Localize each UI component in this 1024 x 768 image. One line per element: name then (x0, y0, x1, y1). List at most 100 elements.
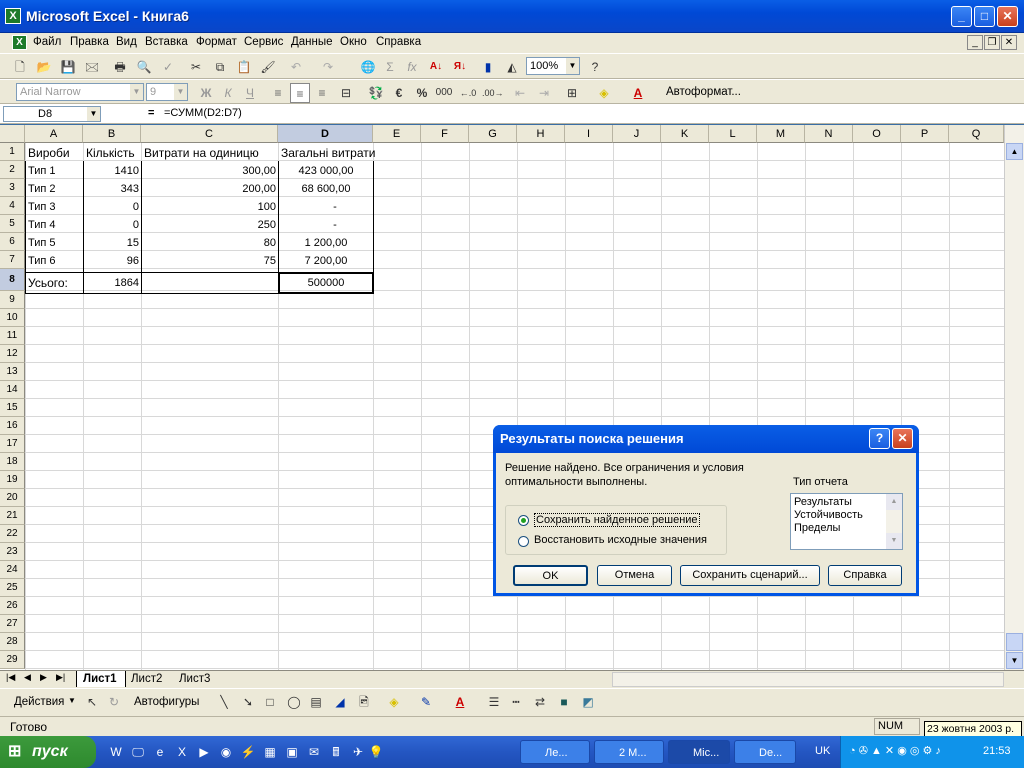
arrow-icon[interactable]: ➘ (238, 692, 258, 712)
save-icon[interactable]: 💾 (58, 57, 78, 77)
word-icon[interactable]: W (106, 742, 126, 762)
align-right-icon[interactable]: ≡ (312, 83, 332, 103)
horizontal-scrollbar[interactable] (612, 672, 1004, 687)
sheet-tab[interactable]: Лист2 (128, 671, 170, 687)
new-icon[interactable]: 🗋 (10, 57, 30, 77)
format-painter-icon[interactable]: 🖌 (258, 57, 278, 77)
cancel-button[interactable]: Отмена (597, 565, 672, 586)
total-quantity-cell[interactable]: 1864 (84, 274, 141, 292)
table-cell[interactable]: 68 600,00 (279, 180, 373, 198)
media-player-icon[interactable]: ▶ (194, 742, 214, 762)
first-sheet-icon[interactable]: |◀ (6, 672, 15, 683)
currency-style-icon[interactable]: 💱 (366, 83, 386, 103)
drawing-icon[interactable]: ◭ (502, 57, 522, 77)
row-header[interactable]: 12 (0, 345, 25, 363)
start-button[interactable]: ⊞ пуск (0, 736, 96, 768)
textbox-icon[interactable]: ▤ (306, 692, 326, 712)
scroll-up-arrow-icon[interactable]: ▲ (1006, 143, 1023, 160)
print-preview-icon[interactable]: 🔍 (134, 57, 154, 77)
permission-icon[interactable]: 🖂 (82, 57, 102, 77)
row-header[interactable]: 3 (0, 179, 25, 197)
rectangle-icon[interactable]: □ (260, 692, 280, 712)
column-header[interactable]: Q (949, 125, 1004, 143)
decrease-indent-icon[interactable]: ⇤ (510, 83, 530, 103)
column-header[interactable]: H (517, 125, 565, 143)
row-header[interactable]: 4 (0, 197, 25, 215)
column-header[interactable]: O (853, 125, 901, 143)
close-icon[interactable]: ✕ (892, 428, 913, 449)
row-header[interactable]: 28 (0, 633, 25, 651)
menu-data[interactable]: Данные (291, 36, 333, 48)
menu-format[interactable]: Формат (196, 36, 237, 48)
wordart-icon[interactable]: ◢ (330, 692, 350, 712)
app-icon[interactable]: ▦ (260, 742, 280, 762)
chevron-down-icon[interactable]: ▼ (566, 58, 579, 74)
shadow-style-icon[interactable]: ■ (554, 692, 574, 712)
table-cell[interactable]: 75 (142, 252, 278, 270)
header-cell[interactable]: Витрати на одиницю (142, 144, 278, 162)
row-header[interactable]: 25 (0, 579, 25, 597)
row-header[interactable]: 17 (0, 435, 25, 453)
line-color-icon[interactable]: ✎ (416, 692, 436, 712)
row-header[interactable]: 5 (0, 215, 25, 233)
last-sheet-icon[interactable]: ▶| (56, 672, 65, 683)
bold-button[interactable]: Ж (196, 83, 216, 103)
table-cell[interactable]: 250 (142, 216, 278, 234)
list-scrollbar[interactable]: ▲ ▼ (886, 494, 902, 549)
excel-icon[interactable]: X (5, 8, 21, 24)
total-label-cell[interactable]: Усього: (26, 274, 83, 292)
row-header[interactable]: 18 (0, 453, 25, 471)
column-header[interactable]: M (757, 125, 805, 143)
vertical-scrollbar[interactable]: ▲ ▼ (1004, 125, 1024, 670)
open-icon[interactable]: 📂 (34, 57, 54, 77)
chart-wizard-icon[interactable]: ▮ (478, 57, 498, 77)
app-icon[interactable]: ◉ (216, 742, 236, 762)
menu-tools[interactable]: Сервис (244, 36, 283, 48)
row-header[interactable]: 22 (0, 525, 25, 543)
table-cell[interactable]: 15 (84, 234, 141, 252)
row-header[interactable]: 13 (0, 363, 25, 381)
scroll-down-arrow-icon[interactable]: ▼ (1006, 652, 1023, 669)
row-header[interactable]: 10 (0, 309, 25, 327)
app-icon[interactable]: ✉ (304, 742, 324, 762)
language-indicator[interactable]: UK (815, 745, 830, 757)
insert-picture-icon[interactable]: 🖻 (354, 692, 374, 712)
merge-center-icon[interactable]: ⊟ (336, 83, 356, 103)
euro-icon[interactable]: € (389, 83, 409, 103)
table-cell[interactable]: Тип 5 (26, 234, 83, 252)
keep-solution-label[interactable]: Сохранить найденное решение (534, 513, 700, 527)
row-header[interactable]: 14 (0, 381, 25, 399)
chevron-down-icon[interactable]: ▼ (174, 84, 187, 100)
fill-color-icon[interactable]: ◈ (594, 83, 614, 103)
scroll-thumb[interactable] (1006, 633, 1023, 651)
row-header[interactable]: 2 (0, 161, 25, 179)
row-header[interactable]: 27 (0, 615, 25, 633)
next-sheet-icon[interactable]: ▶ (40, 672, 47, 683)
doc-restore-button[interactable]: ❐ (984, 35, 1000, 50)
column-header[interactable]: L (709, 125, 757, 143)
select-all-corner[interactable] (0, 125, 25, 143)
decrease-decimal-icon[interactable]: .00→ (482, 83, 504, 103)
maximize-button[interactable]: □ (974, 6, 995, 27)
column-header[interactable]: P (901, 125, 949, 143)
name-box[interactable]: D8 ▼ (3, 106, 101, 122)
desktop-icon[interactable]: 🖵 (128, 742, 148, 762)
arrow-style-icon[interactable]: ⇄ (530, 692, 550, 712)
restore-values-radio[interactable] (518, 536, 529, 547)
row-header[interactable]: 1 (0, 143, 25, 161)
cut-icon[interactable]: ✂ (186, 57, 206, 77)
app-icon[interactable]: ▣ (282, 742, 302, 762)
font-color-icon[interactable]: A (628, 83, 648, 103)
column-header[interactable]: E (373, 125, 421, 143)
prev-sheet-icon[interactable]: ◀ (24, 672, 31, 683)
line-icon[interactable]: ╲ (214, 692, 234, 712)
select-objects-icon[interactable]: ↖ (82, 692, 102, 712)
app-icon[interactable]: 🖩 (326, 742, 346, 762)
ie-icon[interactable]: e (150, 742, 170, 762)
column-header[interactable]: D (278, 125, 373, 143)
table-cell[interactable]: 80 (142, 234, 278, 252)
column-header[interactable]: J (613, 125, 661, 143)
comma-style-icon[interactable]: 000 (434, 83, 454, 103)
chevron-down-icon[interactable]: ▼ (68, 696, 76, 705)
table-cell[interactable]: Тип 1 (26, 162, 83, 180)
